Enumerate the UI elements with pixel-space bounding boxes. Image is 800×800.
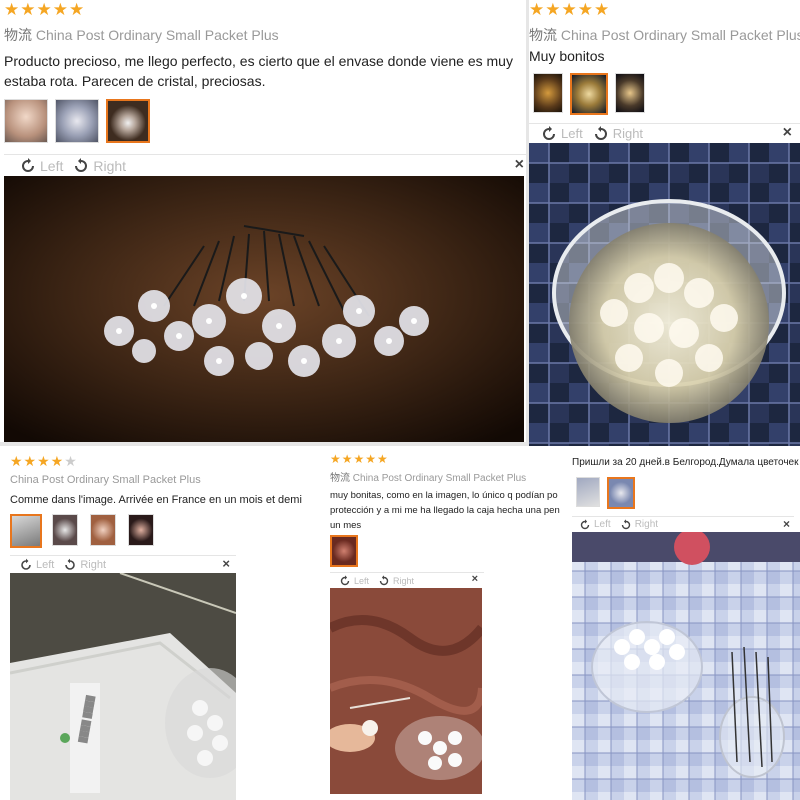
shipping-info: 物流 China Post Ordinary Small Packet Plus [529,25,800,45]
review-card-4: ★★★★★ 物流 China Post Ordinary Small Packe… [322,446,562,800]
close-icon[interactable]: × [472,573,478,585]
review-photo [572,532,800,800]
rotate-left-label: Left [354,575,370,586]
review-thumbnail[interactable] [55,99,99,143]
review-thumbnails [10,514,161,548]
shipping-info: China Post Ordinary Small Packet Plus [10,474,201,486]
rating-stars: ★★★★★ [330,452,389,466]
rotate-right-icon [379,574,389,585]
review-text: Muy bonitos [529,48,605,64]
review-text: Producto precioso, me llego perfecto, es… [4,53,513,89]
image-viewer-toolbar: Left Right × [529,123,800,143]
rotate-left-button[interactable]: Left [338,574,369,588]
rotate-left-icon [340,574,350,585]
close-icon[interactable]: × [783,517,790,531]
rotate-left-icon [543,125,555,140]
rotate-left-button[interactable]: Left [18,156,63,176]
review-thumbnails [330,535,365,567]
rotate-right-icon [594,125,607,140]
review-card-3: ★★★★★ China Post Ordinary Small Packet P… [0,446,322,800]
rotate-left-icon [21,558,31,570]
review-thumbnails [576,477,642,509]
close-icon[interactable]: × [222,556,230,571]
review-thumbnail-active[interactable] [607,477,635,509]
rotate-left-button[interactable]: Left [539,124,583,144]
shipping-info: 物流 China Post Ordinary Small Packet Plus [330,469,526,484]
review-photo [330,588,482,794]
shipping-method: China Post Ordinary Small Packet Plus [10,474,201,486]
review-text: muy bonitas, como en la imagen, lo único… [330,490,560,531]
rotate-left-label: Left [40,157,64,174]
rotate-left-button[interactable]: Left [578,518,611,532]
review-thumbnail-active[interactable] [10,514,42,548]
rotate-right-icon [65,558,76,570]
rotate-left-icon [22,157,34,172]
rotate-right-label: Right [612,126,644,141]
review-text: Пришли за 20 дней.в Белгород.Думала цвет… [572,457,799,468]
close-icon[interactable]: × [783,124,792,142]
shipping-prefix: 物流 [4,27,32,43]
rating-stars: ★★★★★ [4,0,86,19]
review-thumbnails [4,99,157,143]
review-thumbnail[interactable] [4,99,48,143]
close-icon[interactable]: × [515,156,524,174]
rotate-right-label: Right [393,575,415,586]
rating-stars: ★★★★★ [529,0,611,19]
review-photo [529,143,800,446]
review-thumbnail-active[interactable] [106,99,150,143]
review-card-2: ★★★★★ 物流 China Post Ordinary Small Packe… [529,0,800,446]
review-photo [4,176,524,442]
shipping-method: China Post Ordinary Small Packet Plus [352,473,527,484]
image-viewer-toolbar: Left Right × [572,516,794,532]
rotate-left-button[interactable]: Left [18,557,54,573]
shipping-prefix: 物流 [330,473,350,484]
rotate-left-label: Left [561,126,583,141]
rotate-right-button[interactable]: Right [62,557,106,573]
rotate-right-button[interactable]: Right [619,518,658,532]
rotate-left-label: Left [594,519,611,530]
rotate-right-icon [75,157,88,172]
image-viewer-toolbar: Left Right × [330,572,484,588]
review-thumbnail[interactable] [90,514,116,546]
review-photo: ████ ████ [10,573,236,800]
rotate-right-label: Right [93,157,127,174]
image-viewer-toolbar: Left Right × [4,154,526,176]
review-thumbnail-active[interactable] [570,73,608,115]
review-thumbnail[interactable] [52,514,78,546]
rating-stars: ★★★★★ [10,453,78,469]
rotate-right-button[interactable]: Right [591,124,643,144]
review-thumbnail[interactable] [533,73,563,113]
review-card-1: ★★★★★ 物流 China Post Ordinary Small Packe… [0,0,526,442]
rotate-left-icon [580,518,590,529]
rotate-right-label: Right [80,558,107,571]
review-text: Comme dans l'image. Arrivée en France en… [10,494,302,506]
review-thumbnail-active[interactable] [330,535,358,567]
review-card-5: Пришли за 20 дней.в Белгород.Думала цвет… [562,446,800,800]
review-thumbnails [533,73,652,115]
review-thumbnail[interactable] [615,73,645,113]
shipping-prefix: 物流 [529,27,557,43]
review-thumbnail[interactable] [576,477,600,507]
rotate-left-label: Left [36,558,55,571]
rotate-right-icon [621,518,630,529]
shipping-method: China Post Ordinary Small Packet Plus [560,27,800,43]
rotate-right-label: Right [634,519,659,530]
rotate-right-button[interactable]: Right [377,574,414,588]
shipping-method: China Post Ordinary Small Packet Plus [35,27,279,43]
review-thumbnail[interactable] [128,514,154,546]
rotate-right-button[interactable]: Right [71,156,126,176]
shipping-info: 物流 China Post Ordinary Small Packet Plus [4,25,279,45]
image-viewer-toolbar: Left Right × [10,555,236,573]
